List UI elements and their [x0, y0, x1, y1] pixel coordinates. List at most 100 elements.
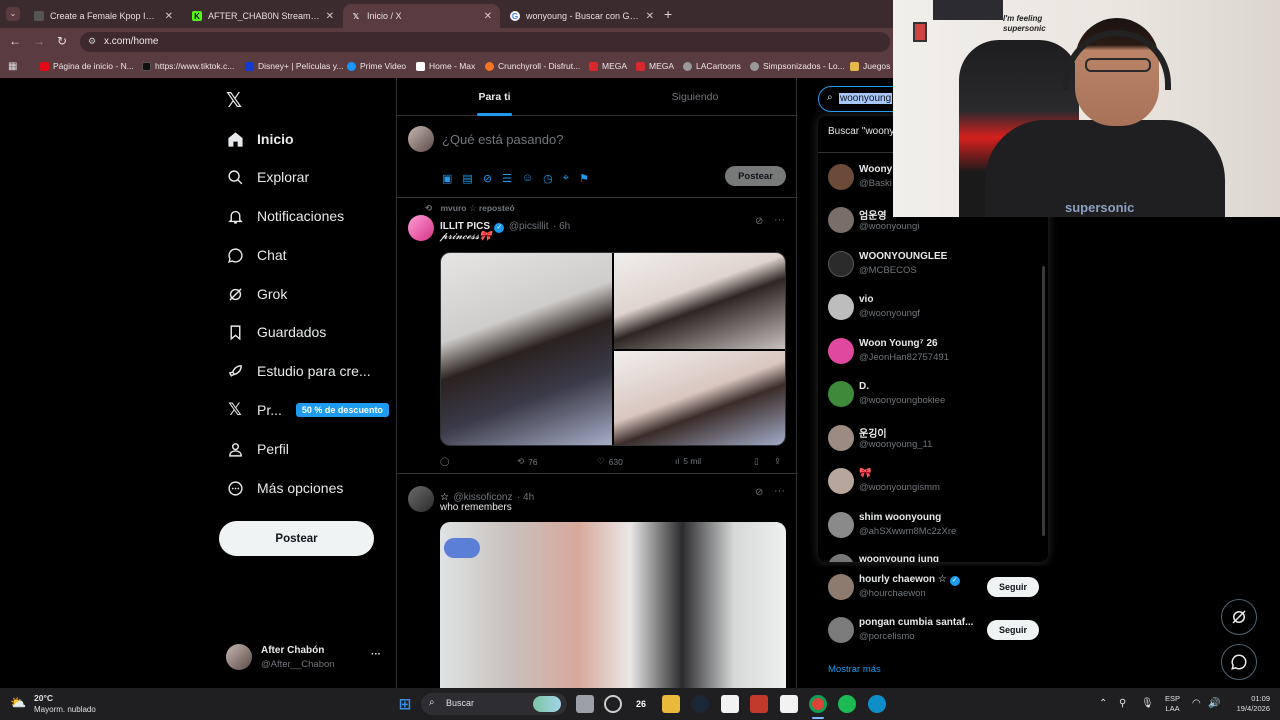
- grok-fab-button[interactable]: [1221, 599, 1257, 635]
- search-suggestion-query[interactable]: Buscar "woony: [828, 126, 894, 137]
- close-icon[interactable]: ✕: [484, 11, 492, 22]
- volume-icon[interactable]: 🔊: [1208, 698, 1220, 709]
- grok-icon[interactable]: ⊘: [755, 487, 763, 498]
- avatar[interactable]: [408, 486, 434, 512]
- tray-chevron-icon[interactable]: ⌃: [1099, 698, 1107, 709]
- wifi-icon[interactable]: ◠: [1192, 698, 1201, 709]
- compose-input[interactable]: ¿Qué está pasando?: [442, 132, 563, 147]
- post-button[interactable]: Postear: [219, 521, 374, 556]
- edge-icon[interactable]: [868, 695, 886, 713]
- search-result-user[interactable]: Woon Young⁷ 26 @JeonHan82757491: [828, 334, 1038, 370]
- close-icon[interactable]: ✕: [165, 11, 173, 22]
- follow-button[interactable]: Seguir: [987, 577, 1039, 597]
- app-icon[interactable]: [604, 695, 622, 713]
- grok-icon[interactable]: ⊘: [755, 216, 763, 227]
- emoji-icon[interactable]: ☺: [522, 172, 533, 185]
- sidebar-item-mas-opciones[interactable]: Más opciones: [226, 474, 343, 502]
- sidebar-item-inicio[interactable]: Inicio: [226, 125, 294, 153]
- show-more-link[interactable]: Mostrar más: [828, 664, 881, 675]
- bookmark-item[interactable]: Disney+ | Películas y...: [245, 61, 343, 71]
- search-result-user[interactable]: 🎀 @woonyoungismm: [828, 464, 1038, 500]
- tweet-photo[interactable]: [614, 253, 785, 349]
- avatar[interactable]: [408, 215, 434, 241]
- search-result-user[interactable]: shim woonyoung @ahSXwwm8Mc2zXre: [828, 508, 1038, 544]
- back-icon[interactable]: ←: [9, 34, 21, 48]
- bookmark-item[interactable]: LACartoons: [683, 61, 741, 71]
- tweet[interactable]: ⟲ mvuro ☆ reposteó ILLIT PICS ✓ @picsill…: [397, 198, 798, 474]
- bookmark-item[interactable]: Simpsonizados - Lo...: [750, 61, 845, 71]
- schedule-icon[interactable]: ◷: [543, 172, 553, 185]
- tweet-photo[interactable]: [614, 351, 785, 445]
- tweet-video[interactable]: [440, 522, 786, 688]
- x-logo-icon[interactable]: 𝕏: [226, 88, 242, 113]
- tweet-media-grid[interactable]: [440, 252, 786, 446]
- windows-start-icon[interactable]: ⊞: [396, 695, 414, 713]
- grok-icon[interactable]: ⊘: [483, 172, 492, 185]
- bookmark-button[interactable]: ▯: [754, 456, 759, 467]
- chrome-icon[interactable]: [809, 695, 827, 713]
- tweet[interactable]: ☆ @kissoficonz · 4h ⊘ ··· who remembers: [397, 475, 798, 688]
- forward-icon[interactable]: →: [33, 34, 45, 48]
- more-icon[interactable]: ···: [774, 485, 785, 497]
- bookmark-item[interactable]: Crunchyroll - Disfrut...: [485, 61, 580, 71]
- sidebar-item-grok[interactable]: Grok: [226, 280, 287, 308]
- sidebar-item-explorar[interactable]: Explorar: [226, 163, 309, 191]
- task-view-icon[interactable]: [576, 695, 594, 713]
- close-icon[interactable]: ✕: [646, 11, 654, 22]
- search-result-user[interactable]: D. @woonyoungbokiee: [828, 377, 1038, 413]
- reload-icon[interactable]: ↻: [57, 34, 67, 48]
- tab-search-menu-icon[interactable]: ⌄: [6, 7, 20, 21]
- chat-fab-button[interactable]: [1221, 644, 1257, 680]
- bookmark-item[interactable]: MEGA: [589, 61, 627, 71]
- bookmark-item[interactable]: Página de inicio - N...: [40, 61, 134, 71]
- bookmark-item[interactable]: Juegos: [850, 61, 890, 71]
- bookmark-item[interactable]: Home - Max: [416, 61, 475, 71]
- tab-para-ti[interactable]: Para ti: [397, 78, 592, 116]
- new-tab-icon[interactable]: +: [664, 6, 672, 22]
- app-badge-icon[interactable]: 26: [632, 695, 650, 713]
- bookmark-item[interactable]: Prime Video: [347, 61, 406, 71]
- sidebar-item-perfil[interactable]: Perfil: [226, 435, 289, 463]
- scrollbar[interactable]: [1042, 266, 1045, 536]
- poll-icon[interactable]: ☰: [502, 172, 512, 185]
- browser-tab-2[interactable]: K AFTER_CHAB0N Stream - Watc ✕: [184, 4, 342, 28]
- tweet-time[interactable]: · 4h: [517, 492, 534, 503]
- like-button[interactable]: ♡ 630: [597, 456, 623, 467]
- sidebar-item-chat[interactable]: Chat: [226, 241, 287, 269]
- search-result-user[interactable]: woonyoung jung: [828, 550, 1038, 562]
- follow-button[interactable]: Seguir: [987, 620, 1039, 640]
- network-tray-icon[interactable]: ⚲: [1119, 698, 1126, 709]
- document-icon[interactable]: [721, 695, 739, 713]
- game-icon[interactable]: [750, 695, 768, 713]
- file-explorer-icon[interactable]: [662, 695, 680, 713]
- more-icon[interactable]: ···: [774, 214, 785, 226]
- search-result-user[interactable]: WOONYOUNGLEE @MCBECOS: [828, 247, 1038, 283]
- sidebar-item-guardados[interactable]: Guardados: [226, 318, 326, 346]
- spotify-icon[interactable]: [838, 695, 856, 713]
- bookmark-item[interactable]: MEGA: [636, 61, 674, 71]
- search-result-user[interactable]: 운깅이 @woonyoung_11: [828, 421, 1038, 457]
- bookmark-item[interactable]: https://www.tiktok.c...: [142, 61, 234, 71]
- taskbar-search[interactable]: ⌕ Buscar: [421, 693, 567, 715]
- tab-siguiendo[interactable]: Siguiendo: [592, 78, 798, 116]
- language-indicator[interactable]: ESP LAA: [1165, 694, 1180, 714]
- views-button[interactable]: ıl 5 mil: [675, 456, 701, 466]
- account-switcher[interactable]: After Chabón @After__Chabon ···: [226, 642, 386, 672]
- tweet-photo[interactable]: [441, 253, 612, 445]
- sidebar-item-premium[interactable]: 𝕏 Pr... 50 % de descuento: [226, 396, 389, 424]
- weather-widget[interactable]: ⛅ 20°C Mayorm. nublado: [10, 693, 110, 717]
- close-icon[interactable]: ✕: [326, 11, 334, 22]
- reply-button[interactable]: ◯: [440, 456, 450, 467]
- browser-tab-3[interactable]: 𝕏 Inicio / X ✕: [343, 4, 500, 28]
- steam-icon[interactable]: [691, 695, 709, 713]
- clock[interactable]: 01:09 19/4/2026: [1228, 694, 1270, 714]
- gif-icon[interactable]: ▤: [462, 172, 472, 185]
- apps-grid-icon[interactable]: ▦: [8, 61, 17, 72]
- browser-tab-4[interactable]: G wonyoung - Buscar con Google ✕: [502, 4, 662, 28]
- sidebar-item-estudio[interactable]: Estudio para cre...: [226, 357, 371, 385]
- browser-tab-1[interactable]: Create a Female Kpop Idol Gi ✕: [26, 4, 181, 28]
- search-result-user[interactable]: vio @woonyoungf: [828, 290, 1038, 326]
- image-icon[interactable]: ▣: [442, 172, 452, 185]
- share-button[interactable]: ⇪: [774, 456, 781, 467]
- retweet-button[interactable]: ⟲ 76: [517, 456, 538, 467]
